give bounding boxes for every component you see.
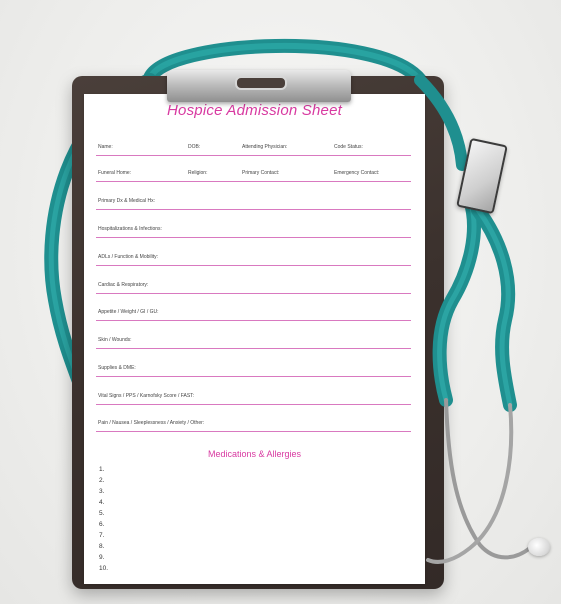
stethoscope-earpiece bbox=[528, 538, 550, 556]
photo-scene: Hospice Admission Sheet Name: DOB: Atten… bbox=[0, 0, 561, 604]
stethoscope-tubing-front bbox=[414, 74, 532, 564]
